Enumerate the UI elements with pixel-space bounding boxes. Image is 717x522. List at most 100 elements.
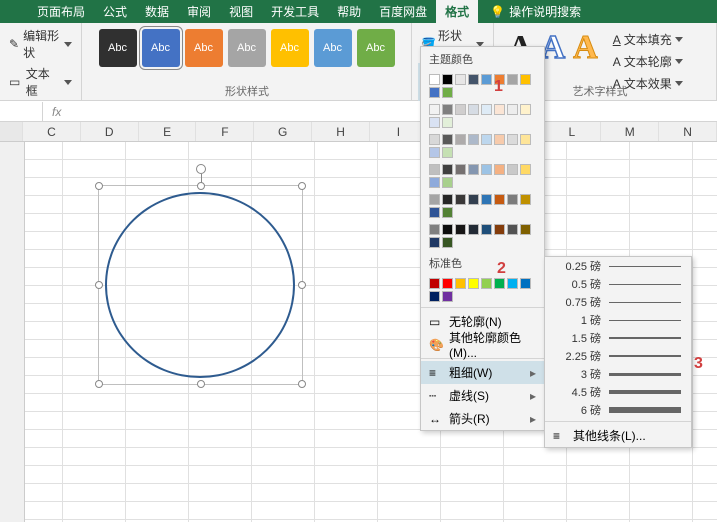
edit-shape-button[interactable]: ✎ 编辑形状 <box>6 25 75 63</box>
color-swatch[interactable] <box>429 147 440 158</box>
dashes-item[interactable]: ┄虚线(S)▸ <box>421 384 544 407</box>
color-swatch[interactable] <box>429 177 440 188</box>
style-swatch-7[interactable]: Abc <box>357 29 395 67</box>
color-swatch[interactable] <box>494 104 505 115</box>
color-swatch[interactable] <box>429 207 440 218</box>
color-swatch[interactable] <box>481 224 492 235</box>
row-headers[interactable] <box>0 142 25 522</box>
resize-handle[interactable] <box>95 380 103 388</box>
color-swatch[interactable] <box>507 194 518 205</box>
resize-handle[interactable] <box>298 380 306 388</box>
color-swatch[interactable] <box>494 278 505 289</box>
more-colors-item[interactable]: 🎨其他轮廓颜色(M)... <box>421 333 544 356</box>
color-swatch[interactable] <box>468 278 479 289</box>
weight-075[interactable]: 0.75 磅 <box>545 293 691 311</box>
color-swatch[interactable] <box>507 104 518 115</box>
color-swatch[interactable] <box>520 164 531 175</box>
color-swatch[interactable] <box>429 224 440 235</box>
color-swatch[interactable] <box>468 224 479 235</box>
tab-help[interactable]: 帮助 <box>328 0 370 23</box>
color-swatch[interactable] <box>520 278 531 289</box>
color-swatch[interactable] <box>429 291 440 302</box>
tab-view[interactable]: 视图 <box>220 0 262 23</box>
color-swatch[interactable] <box>468 74 479 85</box>
wordart-3[interactable]: A <box>573 29 598 67</box>
col-n[interactable]: N <box>659 122 717 141</box>
color-swatch[interactable] <box>429 134 440 145</box>
color-swatch[interactable] <box>455 194 466 205</box>
color-swatch[interactable] <box>455 224 466 235</box>
color-swatch[interactable] <box>429 117 440 128</box>
style-swatch-6[interactable]: Abc <box>314 29 352 67</box>
resize-handle[interactable] <box>298 182 306 190</box>
color-swatch[interactable] <box>481 194 492 205</box>
tell-me[interactable]: 💡 操作说明搜索 <box>490 3 581 20</box>
text-fill-button[interactable]: A文本填充 <box>610 29 686 50</box>
color-swatch[interactable] <box>442 147 453 158</box>
tab-dev[interactable]: 开发工具 <box>262 0 328 23</box>
color-swatch[interactable] <box>442 291 453 302</box>
col-g[interactable]: G <box>254 122 312 141</box>
color-swatch[interactable] <box>520 134 531 145</box>
tab-formula[interactable]: 公式 <box>94 0 136 23</box>
tab-layout[interactable]: 页面布局 <box>28 0 94 23</box>
color-swatch[interactable] <box>455 164 466 175</box>
arrows-item[interactable]: ↔箭头(R)▸ <box>421 407 544 430</box>
color-swatch[interactable] <box>442 117 453 128</box>
color-swatch[interactable] <box>507 164 518 175</box>
weight-item[interactable]: ≡粗细(W)▸ <box>421 361 544 384</box>
color-swatch[interactable] <box>494 224 505 235</box>
color-swatch[interactable] <box>442 224 453 235</box>
resize-handle[interactable] <box>197 182 205 190</box>
color-swatch[interactable] <box>507 278 518 289</box>
color-swatch[interactable] <box>442 194 453 205</box>
color-swatch[interactable] <box>481 134 492 145</box>
col-e[interactable]: E <box>139 122 197 141</box>
tab-data[interactable]: 数据 <box>136 0 178 23</box>
weight-6[interactable]: 6 磅 <box>545 401 691 419</box>
col-l[interactable]: L <box>543 122 601 141</box>
color-swatch[interactable] <box>455 278 466 289</box>
color-swatch[interactable] <box>520 104 531 115</box>
col-h[interactable]: H <box>312 122 370 141</box>
color-swatch[interactable] <box>429 237 440 248</box>
style-swatch-2[interactable]: Abc <box>142 29 180 67</box>
tab-format[interactable]: 格式 <box>436 0 478 23</box>
corner-cell[interactable] <box>0 122 23 141</box>
weight-225[interactable]: 2.25 磅 <box>545 347 691 365</box>
color-swatch[interactable] <box>494 164 505 175</box>
textbox-button[interactable]: ▭ 文本框 <box>6 63 75 101</box>
style-swatch-3[interactable]: Abc <box>185 29 223 67</box>
col-c[interactable]: C <box>23 122 81 141</box>
color-swatch[interactable] <box>429 164 440 175</box>
resize-handle[interactable] <box>197 380 205 388</box>
color-swatch[interactable] <box>442 278 453 289</box>
color-swatch[interactable] <box>481 278 492 289</box>
col-d[interactable]: D <box>81 122 139 141</box>
weight-05[interactable]: 0.5 磅 <box>545 275 691 293</box>
color-swatch[interactable] <box>468 164 479 175</box>
color-swatch[interactable] <box>455 104 466 115</box>
style-swatch-5[interactable]: Abc <box>271 29 309 67</box>
tab-review[interactable]: 审阅 <box>178 0 220 23</box>
weight-45[interactable]: 4.5 磅 <box>545 383 691 401</box>
resize-handle[interactable] <box>95 182 103 190</box>
style-swatch-4[interactable]: Abc <box>228 29 266 67</box>
color-swatch[interactable] <box>442 237 453 248</box>
shape-selection[interactable] <box>98 185 303 385</box>
color-swatch[interactable] <box>429 74 440 85</box>
color-swatch[interactable] <box>468 104 479 115</box>
weight-3[interactable]: 3 磅 <box>545 365 691 383</box>
color-swatch[interactable] <box>507 134 518 145</box>
color-swatch[interactable] <box>442 87 453 98</box>
more-lines-item[interactable]: ≡其他线条(L)... <box>545 424 691 447</box>
color-swatch[interactable] <box>520 224 531 235</box>
resize-handle[interactable] <box>95 281 103 289</box>
color-swatch[interactable] <box>494 194 505 205</box>
color-swatch[interactable] <box>429 278 440 289</box>
color-swatch[interactable] <box>442 104 453 115</box>
oval-shape[interactable] <box>105 192 295 378</box>
col-m[interactable]: M <box>601 122 659 141</box>
color-swatch[interactable] <box>507 74 518 85</box>
color-swatch[interactable] <box>429 194 440 205</box>
